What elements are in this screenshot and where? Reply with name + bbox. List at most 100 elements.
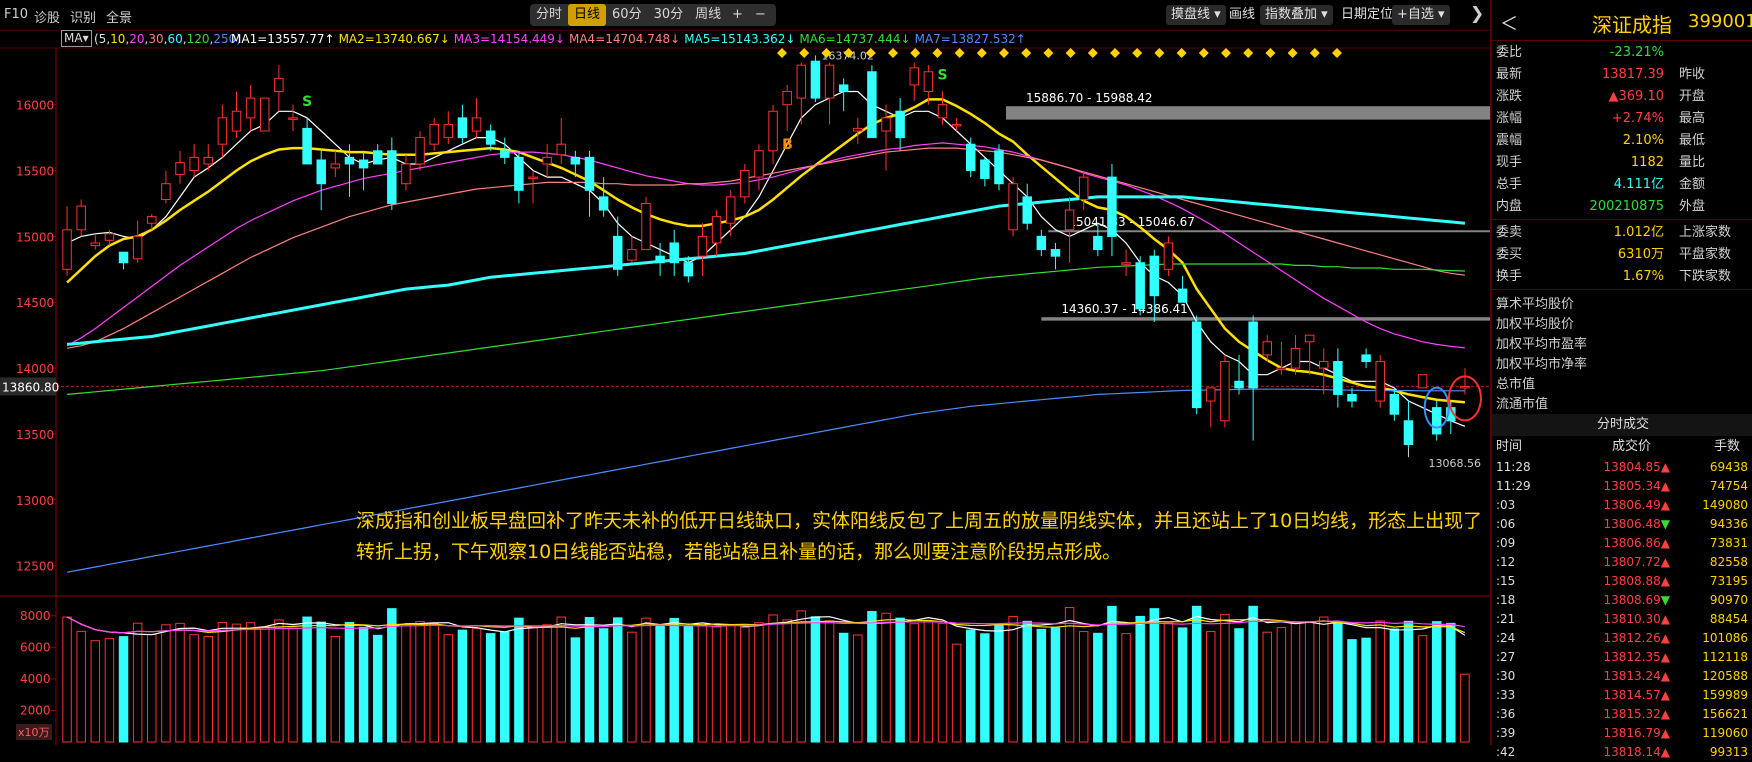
diamond-marker [976, 48, 987, 58]
candle-body [415, 137, 425, 165]
diamond-marker [932, 48, 943, 58]
candle-body [740, 170, 750, 198]
trade-time: 11:28 [1496, 460, 1531, 474]
candle-body [358, 159, 369, 169]
trade-time: :21 [1496, 612, 1516, 626]
vol-tick-label: 8000 [20, 609, 51, 623]
candle-body [980, 159, 990, 179]
diamond-marker [1176, 48, 1187, 58]
trade-volume: 82558 [1709, 555, 1748, 569]
diamond-marker [1132, 48, 1143, 58]
candle-body [1347, 393, 1357, 402]
volume-bar [1347, 639, 1357, 743]
volume-bar [1064, 607, 1075, 743]
y-tick-label: 15500 [16, 165, 54, 179]
volume-bar [881, 612, 891, 743]
col-volume: 手数 [1714, 439, 1741, 454]
volume-bar [1417, 635, 1428, 743]
trade-time: :36 [1496, 707, 1516, 721]
candle-body [1008, 183, 1018, 231]
sidebar-header: ＜ 深证成指 399001 [1492, 0, 1752, 41]
candle-body [1460, 385, 1470, 389]
candle-body [1389, 393, 1400, 415]
trade-volume: 88454 [1709, 612, 1748, 626]
quote-label: 委卖 [1496, 225, 1523, 240]
volume-bar [1262, 631, 1272, 743]
signal-s: S [302, 94, 312, 110]
volume-bar [725, 625, 736, 743]
diamond-marker [1065, 48, 1076, 58]
quote-value: 2.10% [1622, 133, 1664, 148]
candle-body [1304, 334, 1315, 343]
volume-bar [203, 635, 213, 743]
candle-body [1290, 347, 1301, 369]
volume-bar [401, 624, 411, 743]
candle-body [1107, 176, 1117, 237]
trade-volume: 112118 [1702, 650, 1748, 664]
kline-chart[interactable]: 12500 13000 13500 14000 14500 15000 15500 16000… [0, 0, 1490, 745]
quote-label: 总手 [1496, 177, 1523, 192]
volume-bar [387, 608, 397, 743]
trade-time: :09 [1496, 536, 1516, 550]
candle-body [203, 156, 213, 165]
quote-label: 委买 [1496, 247, 1523, 262]
volume-bar [754, 622, 764, 743]
chart-annotation: 深成指和创业板早盘回补了昨天未补的低开日线缺口，实体阳线反包了上周五的放量阴线实… [356, 510, 1483, 563]
trade-time: :30 [1496, 669, 1516, 683]
trade-volume: 149080 [1702, 498, 1748, 512]
col-time: 时间 [1496, 439, 1523, 454]
candle-body [1149, 255, 1160, 297]
volume-bar [147, 633, 157, 743]
volume-bar [1149, 608, 1160, 743]
quote-label-2: 上涨家数 [1679, 225, 1732, 240]
volume-bar [1191, 605, 1202, 743]
trade-row: :27 13812.35▲ 112118 [1492, 648, 1752, 667]
quote-row: 涨跌 ▲369.10 开盘 [1492, 86, 1752, 108]
candle-body [1361, 354, 1371, 363]
candle-body [1050, 249, 1061, 257]
volume-bar [260, 627, 270, 743]
trade-volume: 120588 [1702, 669, 1748, 683]
trade-volume: 69438 [1709, 460, 1748, 474]
volume-bar [1078, 631, 1089, 743]
candle-body [118, 251, 129, 264]
volume-bar [288, 627, 298, 743]
volume-bar [740, 626, 750, 743]
candle-body [627, 249, 637, 261]
candle-body [443, 123, 454, 139]
candle-body [1064, 209, 1075, 231]
diamond-marker [954, 48, 965, 58]
candle-body [824, 64, 835, 99]
trade-price: 13805.34▲ [1603, 479, 1671, 493]
volume-bar [245, 622, 256, 743]
back-icon[interactable]: ＜ [1500, 10, 1518, 36]
volume-bar [1220, 613, 1230, 743]
divider [1492, 219, 1752, 220]
quote-value: 1182 [1630, 155, 1664, 170]
volume-bar [118, 636, 129, 743]
volume-bar [824, 620, 835, 743]
average-item: 加权平均市盈率 [1496, 337, 1588, 352]
order-row: 委买 6310万 平盘家数 [1492, 244, 1752, 266]
candle-body [330, 163, 341, 169]
volume-bar [1206, 631, 1216, 743]
candle-body [260, 97, 270, 132]
quote-row: 涨幅 +2.74% 最高 [1492, 108, 1752, 130]
volume-bar [937, 622, 948, 743]
candle-body [683, 262, 694, 277]
trade-volume: 99313 [1709, 745, 1748, 759]
candle-body [1403, 420, 1414, 445]
quote-row: 内盘 200210875 外盘 [1492, 196, 1752, 218]
trade-time: :27 [1496, 650, 1516, 664]
candle-body [401, 163, 411, 185]
candle-body [1093, 235, 1103, 251]
candle-body [697, 235, 708, 257]
volume-bar [1304, 621, 1315, 743]
volume-bar [994, 623, 1004, 743]
trade-row: 11:28 13804.85▲ 69438 [1492, 458, 1752, 477]
trade-time: :03 [1496, 498, 1516, 512]
volume-bar [1389, 628, 1400, 743]
volume-bar [90, 640, 101, 743]
trade-price: 13812.26▲ [1603, 631, 1671, 645]
diamond-marker [777, 48, 787, 58]
